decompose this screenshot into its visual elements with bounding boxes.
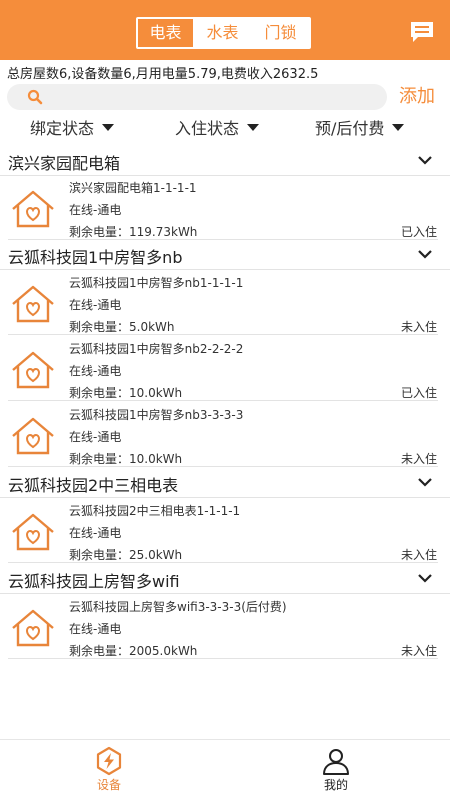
group-title: 云狐科技园2中三相电表 bbox=[8, 476, 179, 495]
search-input[interactable] bbox=[7, 84, 387, 110]
tab-door-lock[interactable]: 门锁 bbox=[252, 19, 309, 47]
filter-label: 预/后付费 bbox=[315, 119, 385, 138]
occupancy-status: 未入住 bbox=[400, 452, 437, 466]
device-name: 云狐科技园1中房智多nb1-1-1-1 bbox=[69, 276, 244, 290]
occupancy-status: 已入住 bbox=[400, 386, 437, 400]
filter-label: 入住状态 bbox=[175, 119, 240, 138]
add-button[interactable]: 添加 bbox=[399, 84, 435, 110]
group-header[interactable]: 滨兴家园配电箱 bbox=[0, 146, 450, 176]
house-icon bbox=[12, 190, 54, 228]
caret-down-icon bbox=[247, 124, 260, 131]
divider bbox=[8, 400, 438, 401]
group-header[interactable]: 云狐科技园上房智多wifi bbox=[0, 564, 450, 594]
list-item[interactable]: 云狐科技园1中房智多nb1-1-1-1 在线-通电 剩余电量：5.0kWh 未入… bbox=[0, 270, 450, 335]
nav-item-device[interactable]: 设备 bbox=[69, 740, 149, 801]
tab-electric-meter[interactable]: 电表 bbox=[138, 19, 195, 47]
device-status: 在线-通电 bbox=[69, 364, 122, 378]
remaining-power: 剩余电量：25.0kWh bbox=[69, 548, 183, 562]
divider bbox=[8, 562, 438, 563]
group-title: 滨兴家园配电箱 bbox=[8, 154, 121, 173]
chevron-down-icon bbox=[418, 478, 432, 487]
house-icon bbox=[12, 513, 54, 551]
group-header[interactable]: 云狐科技园2中三相电表 bbox=[0, 468, 450, 498]
caret-down-icon bbox=[392, 124, 405, 131]
user-profile-icon bbox=[323, 749, 349, 775]
device-name: 云狐科技园上房智多wifi3-3-3-3(后付费) bbox=[69, 600, 287, 614]
tab-water-meter[interactable]: 水表 bbox=[195, 19, 252, 47]
list-item[interactable]: 滨兴家园配电箱1-1-1-1 在线-通电 剩余电量：119.73kWh 已入住 bbox=[0, 175, 450, 240]
remaining-power: 剩余电量：10.0kWh bbox=[69, 452, 183, 466]
house-icon bbox=[12, 417, 54, 455]
meter-type-tabs: 电表 水表 门锁 bbox=[136, 17, 311, 49]
device-status: 在线-通电 bbox=[69, 203, 122, 217]
search-icon bbox=[27, 89, 43, 105]
nav-label: 设备 bbox=[96, 778, 121, 792]
house-icon bbox=[12, 609, 54, 647]
summary-text: 总房屋数6,设备数量6,月用电量5.79,电费收入2632.5 bbox=[7, 67, 319, 82]
filter-bar: 绑定状态 入住状态 预/后付费 bbox=[0, 116, 450, 142]
device-status: 在线-通电 bbox=[69, 622, 122, 636]
filter-occupancy-status[interactable]: 入住状态 bbox=[175, 116, 260, 142]
message-icon[interactable] bbox=[409, 20, 435, 44]
remaining-power: 剩余电量：10.0kWh bbox=[69, 386, 183, 400]
nav-item-profile[interactable]: 我的 bbox=[296, 740, 376, 801]
device-name: 云狐科技园1中房智多nb3-3-3-3 bbox=[69, 408, 244, 422]
top-header: 电表 水表 门锁 bbox=[0, 0, 450, 60]
filter-label: 绑定状态 bbox=[30, 119, 95, 138]
house-icon bbox=[12, 351, 54, 389]
group-title: 云狐科技园上房智多wifi bbox=[8, 572, 180, 591]
list-item[interactable]: 云狐科技园2中三相电表1-1-1-1 在线-通电 剩余电量：25.0kWh 未入… bbox=[0, 498, 450, 563]
list-item[interactable]: 云狐科技园1中房智多nb3-3-3-3 在线-通电 剩余电量：10.0kWh 未… bbox=[0, 402, 450, 467]
filter-payment-type[interactable]: 预/后付费 bbox=[315, 116, 405, 142]
house-icon bbox=[12, 285, 54, 323]
bottom-nav: 设备 我的 bbox=[0, 739, 450, 800]
chevron-down-icon bbox=[418, 574, 432, 583]
device-status: 在线-通电 bbox=[69, 430, 122, 444]
group-title: 云狐科技园1中房智多nb bbox=[8, 248, 183, 267]
nav-label: 我的 bbox=[323, 778, 348, 792]
divider bbox=[8, 658, 438, 659]
caret-down-icon bbox=[102, 124, 115, 131]
remaining-power: 剩余电量：119.73kWh bbox=[69, 225, 198, 239]
group-header[interactable]: 云狐科技园1中房智多nb bbox=[0, 240, 450, 270]
device-name: 云狐科技园1中房智多nb2-2-2-2 bbox=[69, 342, 244, 356]
remaining-power: 剩余电量：2005.0kWh bbox=[69, 644, 198, 658]
list-item[interactable]: 云狐科技园1中房智多nb2-2-2-2 在线-通电 剩余电量：10.0kWh 已… bbox=[0, 336, 450, 401]
remaining-power: 剩余电量：5.0kWh bbox=[69, 320, 175, 334]
chevron-down-icon bbox=[418, 156, 432, 165]
device-name: 滨兴家园配电箱1-1-1-1 bbox=[69, 181, 197, 195]
device-lightning-icon bbox=[96, 746, 122, 776]
divider bbox=[8, 466, 438, 467]
device-status: 在线-通电 bbox=[69, 298, 122, 312]
occupancy-status: 已入住 bbox=[400, 225, 437, 239]
divider bbox=[8, 334, 438, 335]
occupancy-status: 未入住 bbox=[400, 644, 437, 658]
device-name: 云狐科技园2中三相电表1-1-1-1 bbox=[69, 504, 241, 518]
occupancy-status: 未入住 bbox=[400, 548, 437, 562]
device-status: 在线-通电 bbox=[69, 526, 122, 540]
occupancy-status: 未入住 bbox=[400, 320, 437, 334]
filter-binding-status[interactable]: 绑定状态 bbox=[30, 116, 115, 142]
chevron-down-icon bbox=[418, 250, 432, 259]
list-item[interactable]: 云狐科技园上房智多wifi3-3-3-3(后付费) 在线-通电 剩余电量：200… bbox=[0, 594, 450, 659]
